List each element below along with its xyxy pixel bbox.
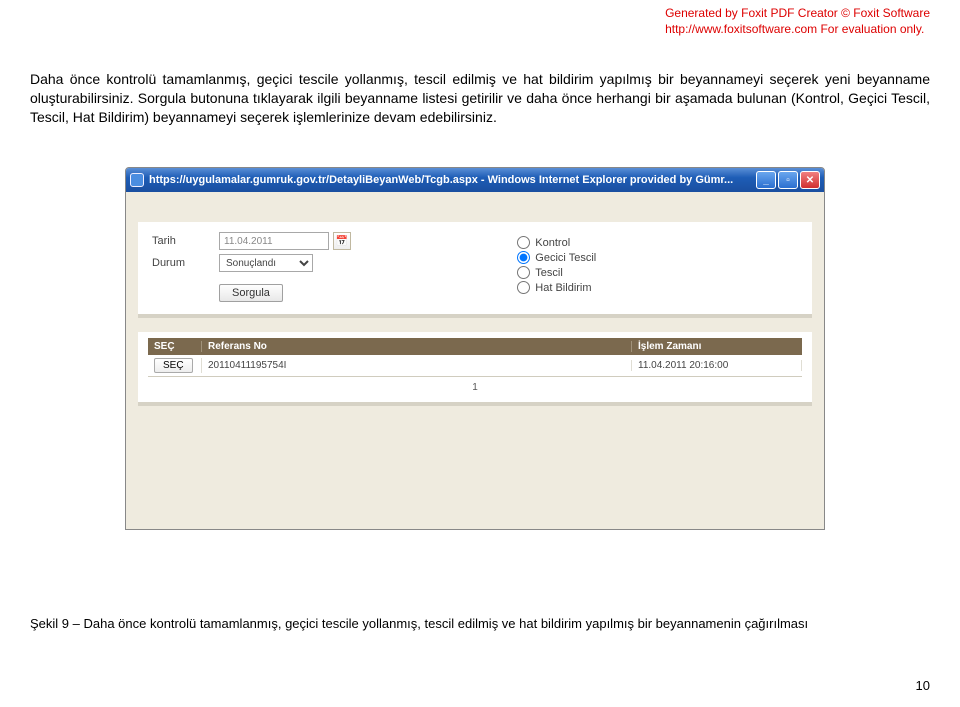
- sec-button[interactable]: SEÇ: [154, 358, 193, 373]
- window-controls: _ ▫ ✕: [756, 171, 820, 189]
- page-number: 10: [916, 678, 930, 693]
- watermark-eval: For evaluation only.: [817, 22, 924, 36]
- body-paragraph: Daha önce kontrolü tamamlanmış, geçici t…: [30, 70, 930, 127]
- durum-select[interactable]: Sonuçlandı: [219, 254, 313, 272]
- cell-time: 11.04.2011 20:16:00: [632, 360, 802, 371]
- header-ref: Referans No: [202, 341, 632, 352]
- radio-gecici-tescil[interactable]: Gecici Tescil: [517, 251, 798, 264]
- durum-label: Durum: [152, 257, 219, 269]
- tarih-label: Tarih: [152, 235, 219, 247]
- radio-tescil[interactable]: Tescil: [517, 266, 798, 279]
- header-time: İşlem Zamanı: [632, 341, 802, 352]
- grid-row: SEÇ 20110411195754I 11.04.2011 20:16:00: [148, 355, 802, 377]
- radio-hat-label: Hat Bildirim: [535, 282, 591, 294]
- radio-tescil-label: Tescil: [535, 267, 563, 279]
- header-sec: SEÇ: [148, 341, 202, 352]
- pager: 1: [148, 377, 802, 398]
- figure-caption: Şekil 9 – Daha önce kontrolü tamamlanmış…: [30, 616, 930, 631]
- pdf-watermark: Generated by Foxit PDF Creator © Foxit S…: [665, 6, 930, 37]
- watermark-line1: Generated by Foxit PDF Creator © Foxit S…: [665, 6, 930, 22]
- window-title: https://uygulamalar.gumruk.gov.tr/Detayl…: [149, 174, 756, 186]
- radio-kontrol-label: Kontrol: [535, 237, 570, 249]
- results-panel: SEÇ Referans No İşlem Zamanı SEÇ 2011041…: [138, 332, 812, 406]
- grid-header: SEÇ Referans No İşlem Zamanı: [148, 338, 802, 355]
- radio-gecici-label: Gecici Tescil: [535, 252, 596, 264]
- sorgula-button[interactable]: Sorgula: [219, 284, 283, 302]
- watermark-line2: http://www.foxitsoftware.com For evaluat…: [665, 22, 930, 38]
- watermark-url[interactable]: http://www.foxitsoftware.com: [665, 22, 817, 36]
- maximize-button[interactable]: ▫: [778, 171, 798, 189]
- ie-icon: [130, 173, 144, 187]
- calendar-icon[interactable]: 📅: [333, 232, 351, 250]
- radio-kontrol[interactable]: Kontrol: [517, 236, 798, 249]
- tarih-input[interactable]: [219, 232, 329, 250]
- minimize-button[interactable]: _: [756, 171, 776, 189]
- content-area: Tarih 📅 Durum Sonuçlandı Sorgula Kontrol: [126, 192, 824, 529]
- cell-ref: 20110411195754I: [202, 360, 632, 371]
- browser-window: https://uygulamalar.gumruk.gov.tr/Detayl…: [125, 167, 825, 530]
- radio-hat-bildirim[interactable]: Hat Bildirim: [517, 281, 798, 294]
- close-button[interactable]: ✕: [800, 171, 820, 189]
- title-bar: https://uygulamalar.gumruk.gov.tr/Detayl…: [126, 168, 824, 192]
- form-panel: Tarih 📅 Durum Sonuçlandı Sorgula Kontrol: [138, 222, 812, 318]
